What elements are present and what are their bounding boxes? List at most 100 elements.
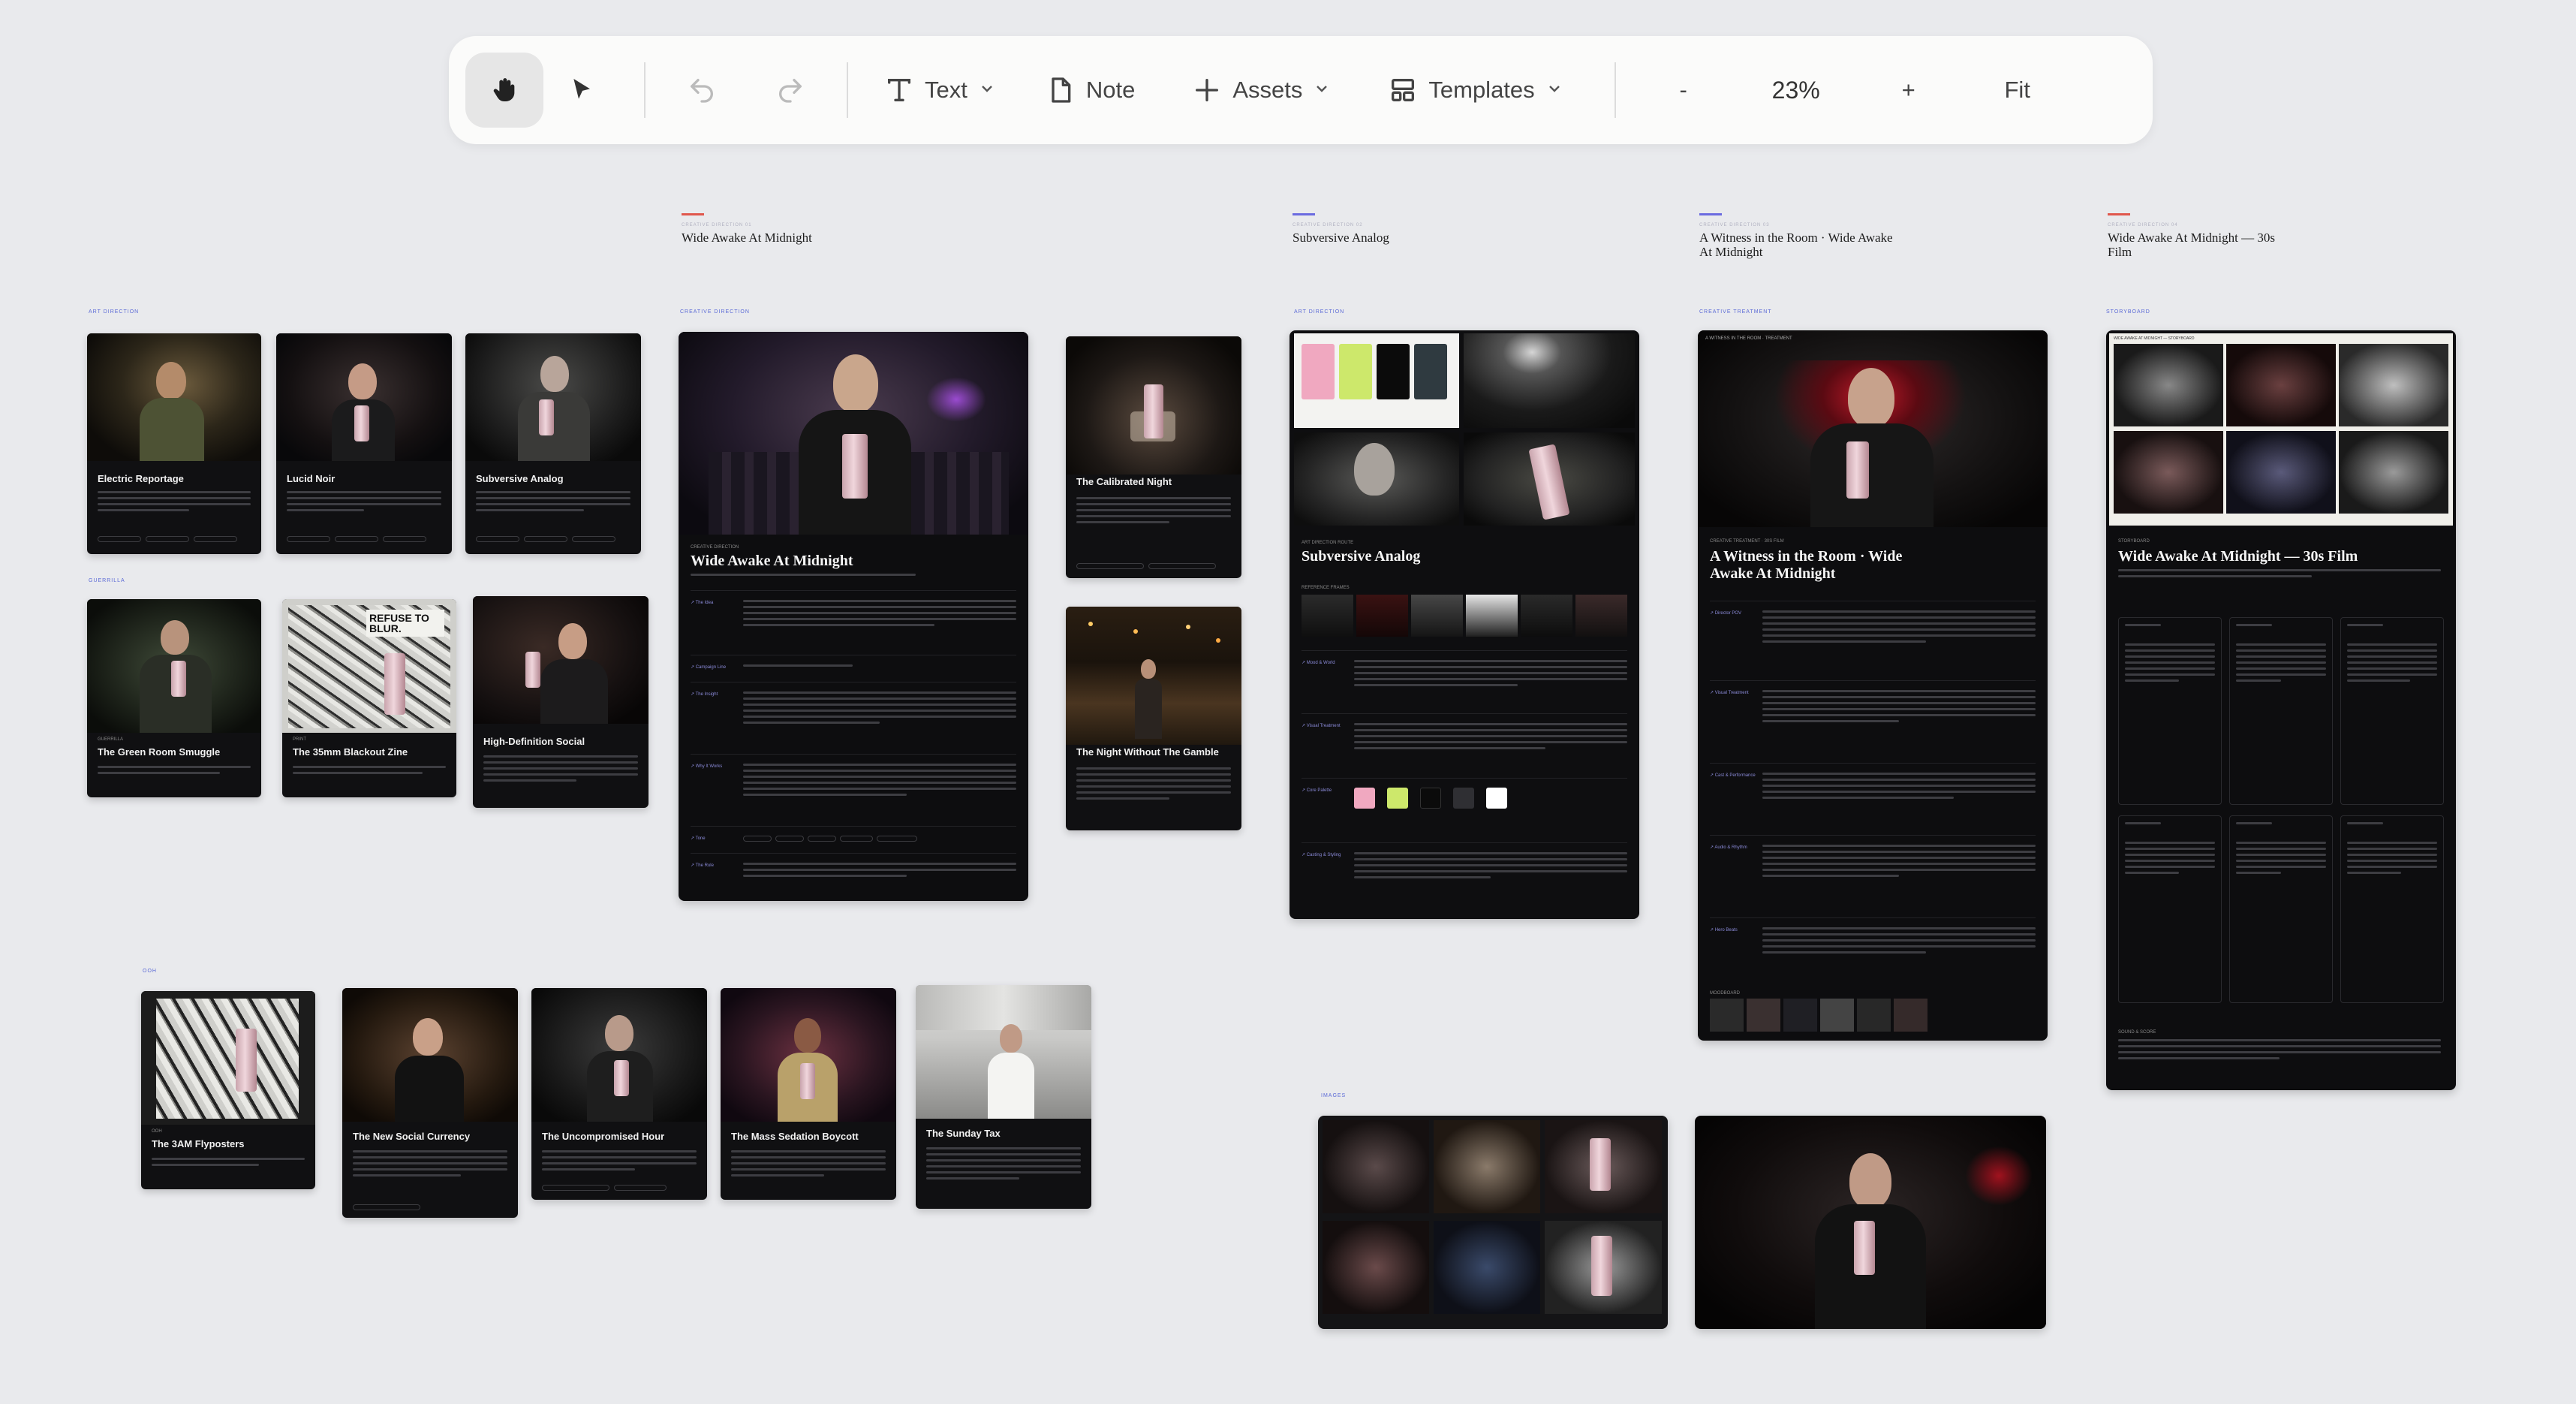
card-title: The 3AM Flyposters	[152, 1138, 245, 1149]
zine-sign: REFUSE TO BLUR.	[366, 610, 444, 637]
templates-icon	[1392, 79, 1415, 101]
text-icon	[888, 79, 910, 101]
creative-direction-doc[interactable]: CREATIVE DIRECTION Wide Awake At Midnigh…	[679, 332, 1028, 901]
concept-card[interactable]: The New Social Currency	[342, 988, 518, 1218]
canvas-toolbar: Text Note Assets Templates - 23% + Fit	[449, 36, 2153, 144]
section-label: GUERRILLA	[89, 578, 125, 583]
direction-header: Creative Direction 02 Subversive Analog	[1293, 213, 1533, 245]
hand-icon	[493, 78, 515, 101]
assets-label: Assets	[1232, 77, 1303, 103]
card-title: Lucid Noir	[287, 473, 336, 484]
select-tool-button[interactable]	[543, 53, 621, 128]
zoom-out-button[interactable]: -	[1654, 53, 1714, 128]
card-title: The 35mm Blackout Zine	[293, 746, 408, 758]
direction-title: Wide Awake At Midnight — 30s Film	[2108, 230, 2275, 259]
pointer-icon	[573, 79, 590, 99]
palette-swatch	[1453, 788, 1474, 809]
zoom-out-label: -	[1679, 77, 1687, 103]
art-direction-doc[interactable]: ART DIRECTION ROUTE Subversive Analog RE…	[1290, 330, 1639, 919]
text-tool-button[interactable]: Text	[871, 53, 1010, 128]
hero-photo: A WITNESS IN THE ROOM · TREATMENT	[1698, 330, 2048, 527]
toolbar-divider	[644, 62, 646, 118]
section-label: OOH	[143, 969, 157, 974]
hero-image[interactable]	[1695, 1116, 2046, 1329]
text-tool-label: Text	[925, 77, 968, 103]
direction-header: Creative Direction 01 Wide Awake At Midn…	[682, 213, 922, 245]
palette-swatch	[1486, 788, 1507, 809]
templates-label: Templates	[1428, 77, 1535, 103]
fit-label: Fit	[2004, 77, 2030, 103]
palette-swatch	[1354, 788, 1375, 809]
chevron-down-icon	[1545, 77, 1563, 104]
plus-icon	[1196, 79, 1219, 101]
palette-swatch	[1420, 788, 1441, 809]
concept-card[interactable]: Subversive Analog	[465, 333, 641, 554]
zoom-value: 23%	[1771, 76, 1820, 104]
card-title: The Calibrated Night	[1076, 476, 1172, 487]
storyboard-doc[interactable]: WIDE AWAKE AT MIDNIGHT — STORYBOARD STOR…	[2106, 330, 2456, 1090]
palette-swatch	[1387, 788, 1408, 809]
hand-tool-button[interactable]	[465, 53, 543, 128]
section-label: CREATIVE DIRECTION	[680, 309, 750, 315]
note-tool-button[interactable]: Note	[1032, 53, 1148, 128]
card-title: The Mass Sedation Boycott	[731, 1131, 859, 1142]
card-title: The Uncompromised Hour	[542, 1131, 665, 1142]
chevron-down-icon	[1313, 77, 1331, 104]
section-label: ART DIRECTION	[89, 309, 140, 315]
undo-icon	[691, 79, 713, 103]
doc-title: A Witness in the Room · Wide Awake At Mi…	[1710, 548, 1903, 582]
card-title: Subversive Analog	[476, 473, 564, 484]
hero-photo	[679, 332, 1028, 535]
concept-card[interactable]: The Sunday Tax	[916, 985, 1091, 1209]
concept-card[interactable]: GUERRILLA The Green Room Smuggle	[87, 599, 261, 797]
concept-card[interactable]: Lucid Noir	[276, 333, 452, 554]
doc-title: Wide Awake At Midnight — 30s Film	[2118, 548, 2358, 565]
concept-card[interactable]: The Uncompromised Hour	[531, 988, 707, 1200]
direction-title: Subversive Analog	[1293, 230, 1389, 245]
card-title: The New Social Currency	[353, 1131, 471, 1142]
section-label: CREATIVE TREATMENT	[1699, 309, 1772, 315]
concept-card[interactable]: The Night Without The Gamble	[1066, 607, 1241, 830]
toolbar-divider	[1614, 62, 1616, 118]
palette-swatch	[1339, 344, 1372, 399]
concept-card[interactable]: The Mass Sedation Boycott	[721, 988, 896, 1200]
card-title: The Green Room Smuggle	[98, 746, 221, 758]
toolbar-divider	[847, 62, 848, 118]
palette-swatch	[1377, 344, 1410, 399]
concept-card[interactable]: OOH The 3AM Flyposters	[141, 991, 315, 1189]
assets-button[interactable]: Assets	[1178, 53, 1344, 128]
card-title: The Sunday Tax	[926, 1128, 1001, 1139]
image-grid[interactable]	[1318, 1116, 1668, 1329]
templates-button[interactable]: Templates	[1374, 53, 1576, 128]
doc-title: Wide Awake At Midnight	[691, 553, 853, 569]
direction-header: Creative Direction 04 Wide Awake At Midn…	[2108, 213, 2280, 259]
section-label: IMAGES	[1321, 1093, 1347, 1098]
card-title: Electric Reportage	[98, 473, 184, 484]
direction-title: A Witness in the Room · Wide Awake At Mi…	[1699, 230, 1893, 259]
doc-title: Subversive Analog	[1302, 548, 1421, 565]
concept-card[interactable]: REFUSE TO BLUR. PRINT The 35mm Blackout …	[282, 599, 456, 797]
redo-button[interactable]	[757, 53, 824, 128]
zoom-in-label: +	[1901, 77, 1915, 103]
zoom-level: 23%	[1744, 53, 1849, 128]
direction-title: Wide Awake At Midnight	[682, 230, 812, 245]
note-icon	[1052, 77, 1071, 103]
redo-icon	[779, 79, 802, 103]
concept-card[interactable]: The Calibrated Night	[1066, 336, 1241, 578]
fit-button[interactable]: Fit	[1984, 53, 2051, 128]
section-label: STORYBOARD	[2106, 309, 2150, 315]
card-title: High-Definition Social	[483, 736, 585, 747]
direction-header: Creative Direction 03 A Witness in the R…	[1699, 213, 1894, 259]
palette-swatch	[1414, 344, 1447, 399]
color-board	[1294, 333, 1459, 428]
undo-button[interactable]	[668, 53, 736, 128]
card-title: The Night Without The Gamble	[1076, 746, 1219, 758]
chevron-down-icon	[978, 77, 996, 104]
zoom-in-button[interactable]: +	[1879, 53, 1939, 128]
storyboard-sheet: WIDE AWAKE AT MIDNIGHT — STORYBOARD	[2109, 333, 2453, 526]
section-label: ART DIRECTION	[1294, 309, 1345, 315]
palette-swatch	[1302, 344, 1335, 399]
creative-treatment-doc[interactable]: A WITNESS IN THE ROOM · TREATMENT CREATI…	[1698, 330, 2048, 1041]
concept-card[interactable]: Electric Reportage	[87, 333, 261, 554]
concept-card[interactable]: High-Definition Social	[473, 596, 649, 808]
